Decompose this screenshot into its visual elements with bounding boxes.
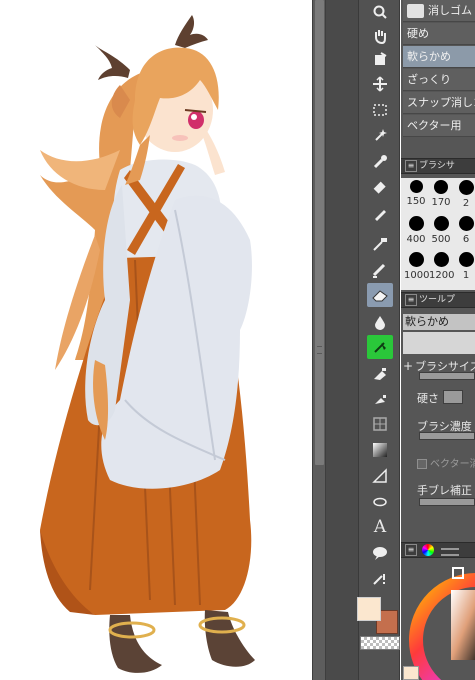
tool-property-panel-header[interactable]: ≡ ツールプ bbox=[401, 292, 475, 308]
magnifier-icon[interactable] bbox=[367, 0, 393, 24]
auto-select-icon[interactable] bbox=[367, 124, 393, 148]
canvas-scrollbar[interactable] bbox=[312, 0, 326, 680]
scrollbar-thumb[interactable] bbox=[315, 0, 324, 465]
eyedropper-icon[interactable] bbox=[367, 150, 393, 174]
brush-size-1500[interactable]: 1 bbox=[454, 252, 475, 281]
plus-icon: + bbox=[403, 359, 414, 373]
tool-property-subtool-name: 軟らかめ bbox=[403, 314, 475, 330]
brush-dot-icon bbox=[433, 216, 449, 231]
blend-icon[interactable] bbox=[367, 310, 393, 334]
brush-dot-icon bbox=[408, 216, 424, 231]
app-window: A 消しゴム 硬め 軟らかめ ざっくり スナップ消しゴム ベクター用 ≡ブラシサ… bbox=[0, 0, 475, 680]
color-wheel-panel bbox=[401, 560, 475, 680]
hand-icon[interactable] bbox=[367, 24, 393, 48]
line-correct-icon[interactable] bbox=[367, 567, 393, 591]
panel-menu-icon[interactable]: ≡ bbox=[405, 160, 417, 172]
figure-icon[interactable] bbox=[367, 388, 393, 412]
airbrush-icon[interactable] bbox=[367, 258, 393, 282]
hardness-control[interactable] bbox=[443, 390, 463, 404]
brush-icon[interactable] bbox=[367, 232, 393, 256]
brush-dot-icon bbox=[409, 180, 423, 193]
color-wheel-tab-icon[interactable] bbox=[421, 544, 434, 556]
stroke-preview bbox=[403, 332, 475, 354]
color-panel-header[interactable]: ≡ bbox=[401, 542, 475, 558]
subtool-item-soft[interactable]: 軟らかめ bbox=[403, 46, 475, 68]
brush-size-slider[interactable] bbox=[419, 372, 475, 380]
brush-size-170[interactable]: 170 bbox=[429, 180, 453, 208]
fill-icon[interactable] bbox=[367, 335, 393, 359]
correct-line-icon[interactable]: A bbox=[367, 515, 393, 539]
frame-icon[interactable] bbox=[367, 412, 393, 436]
brush-size-200[interactable]: 2 bbox=[454, 180, 475, 209]
brush-size-1200[interactable]: 1200 bbox=[429, 252, 454, 281]
brush-size-1000[interactable]: 1000 bbox=[404, 252, 429, 281]
brush-size-panel-header[interactable]: ≡ ブラシサ bbox=[401, 158, 475, 174]
brush-size-grid: 150 170 2 400 500 6 1000 1200 1 bbox=[401, 178, 475, 290]
panel-menu-icon[interactable]: ≡ bbox=[405, 544, 417, 556]
vector-erase-row[interactable]: ベクター消 bbox=[417, 455, 475, 470]
brush-dot-icon bbox=[458, 252, 474, 267]
subtool-item-rough[interactable]: ざっくり bbox=[403, 69, 475, 91]
pen-icon[interactable] bbox=[367, 176, 393, 200]
color-wheel[interactable] bbox=[401, 560, 475, 680]
brush-dot-icon bbox=[458, 180, 474, 195]
text-icon[interactable] bbox=[367, 464, 393, 488]
brush-dot-icon bbox=[434, 180, 448, 194]
brush-dot-icon bbox=[458, 216, 474, 231]
brush-size-600[interactable]: 6 bbox=[454, 216, 475, 245]
subtool-item-snap-eraser[interactable]: スナップ消しゴム bbox=[403, 92, 475, 114]
brush-dot-icon bbox=[408, 252, 424, 267]
panel-menu-icon[interactable]: ≡ bbox=[405, 294, 417, 306]
stabilization-slider[interactable] bbox=[419, 498, 475, 506]
selection-icon[interactable] bbox=[367, 98, 393, 122]
ruler-icon[interactable] bbox=[367, 438, 393, 462]
eraser-icon bbox=[407, 4, 424, 18]
panel-gap bbox=[326, 0, 358, 680]
brush-size-150[interactable]: 150 bbox=[404, 180, 428, 207]
checkbox-icon[interactable] bbox=[417, 459, 427, 469]
gradient-icon[interactable] bbox=[367, 362, 393, 386]
density-slider[interactable] bbox=[419, 432, 475, 440]
subtool-item-eraser[interactable]: 消しゴム bbox=[403, 0, 475, 22]
subtool-item-vector[interactable]: ベクター用 bbox=[403, 115, 475, 137]
subtool-item-hard[interactable]: 硬め bbox=[403, 23, 475, 45]
brush-dot-icon bbox=[433, 252, 449, 267]
move-layer-icon[interactable] bbox=[367, 72, 393, 96]
tool-property-panel: 軟らかめ + ブラシサイズ 硬さ ブラシ濃度 ベクター消 手ブレ補正 bbox=[401, 310, 475, 542]
main-color-chip[interactable] bbox=[357, 597, 381, 621]
eraser-icon[interactable] bbox=[367, 283, 393, 307]
balloon-icon[interactable] bbox=[367, 490, 393, 514]
brush-size-500[interactable]: 500 bbox=[429, 216, 453, 245]
brush-size-400[interactable]: 400 bbox=[404, 216, 428, 245]
current-color-small-chip bbox=[403, 666, 419, 680]
character-illustration bbox=[40, 15, 255, 673]
stabilization-row: 手ブレ補正 bbox=[417, 484, 472, 497]
speech-balloon-icon[interactable] bbox=[367, 541, 393, 565]
tool-palette: A bbox=[358, 0, 400, 680]
scrollbar-grip-icon bbox=[317, 346, 322, 354]
rotate-icon[interactable] bbox=[367, 48, 393, 72]
transparent-color-chip[interactable] bbox=[360, 636, 400, 650]
canvas[interactable] bbox=[0, 0, 312, 680]
pencil-icon[interactable] bbox=[367, 202, 393, 226]
color-slider-tab-icon[interactable] bbox=[440, 548, 459, 556]
